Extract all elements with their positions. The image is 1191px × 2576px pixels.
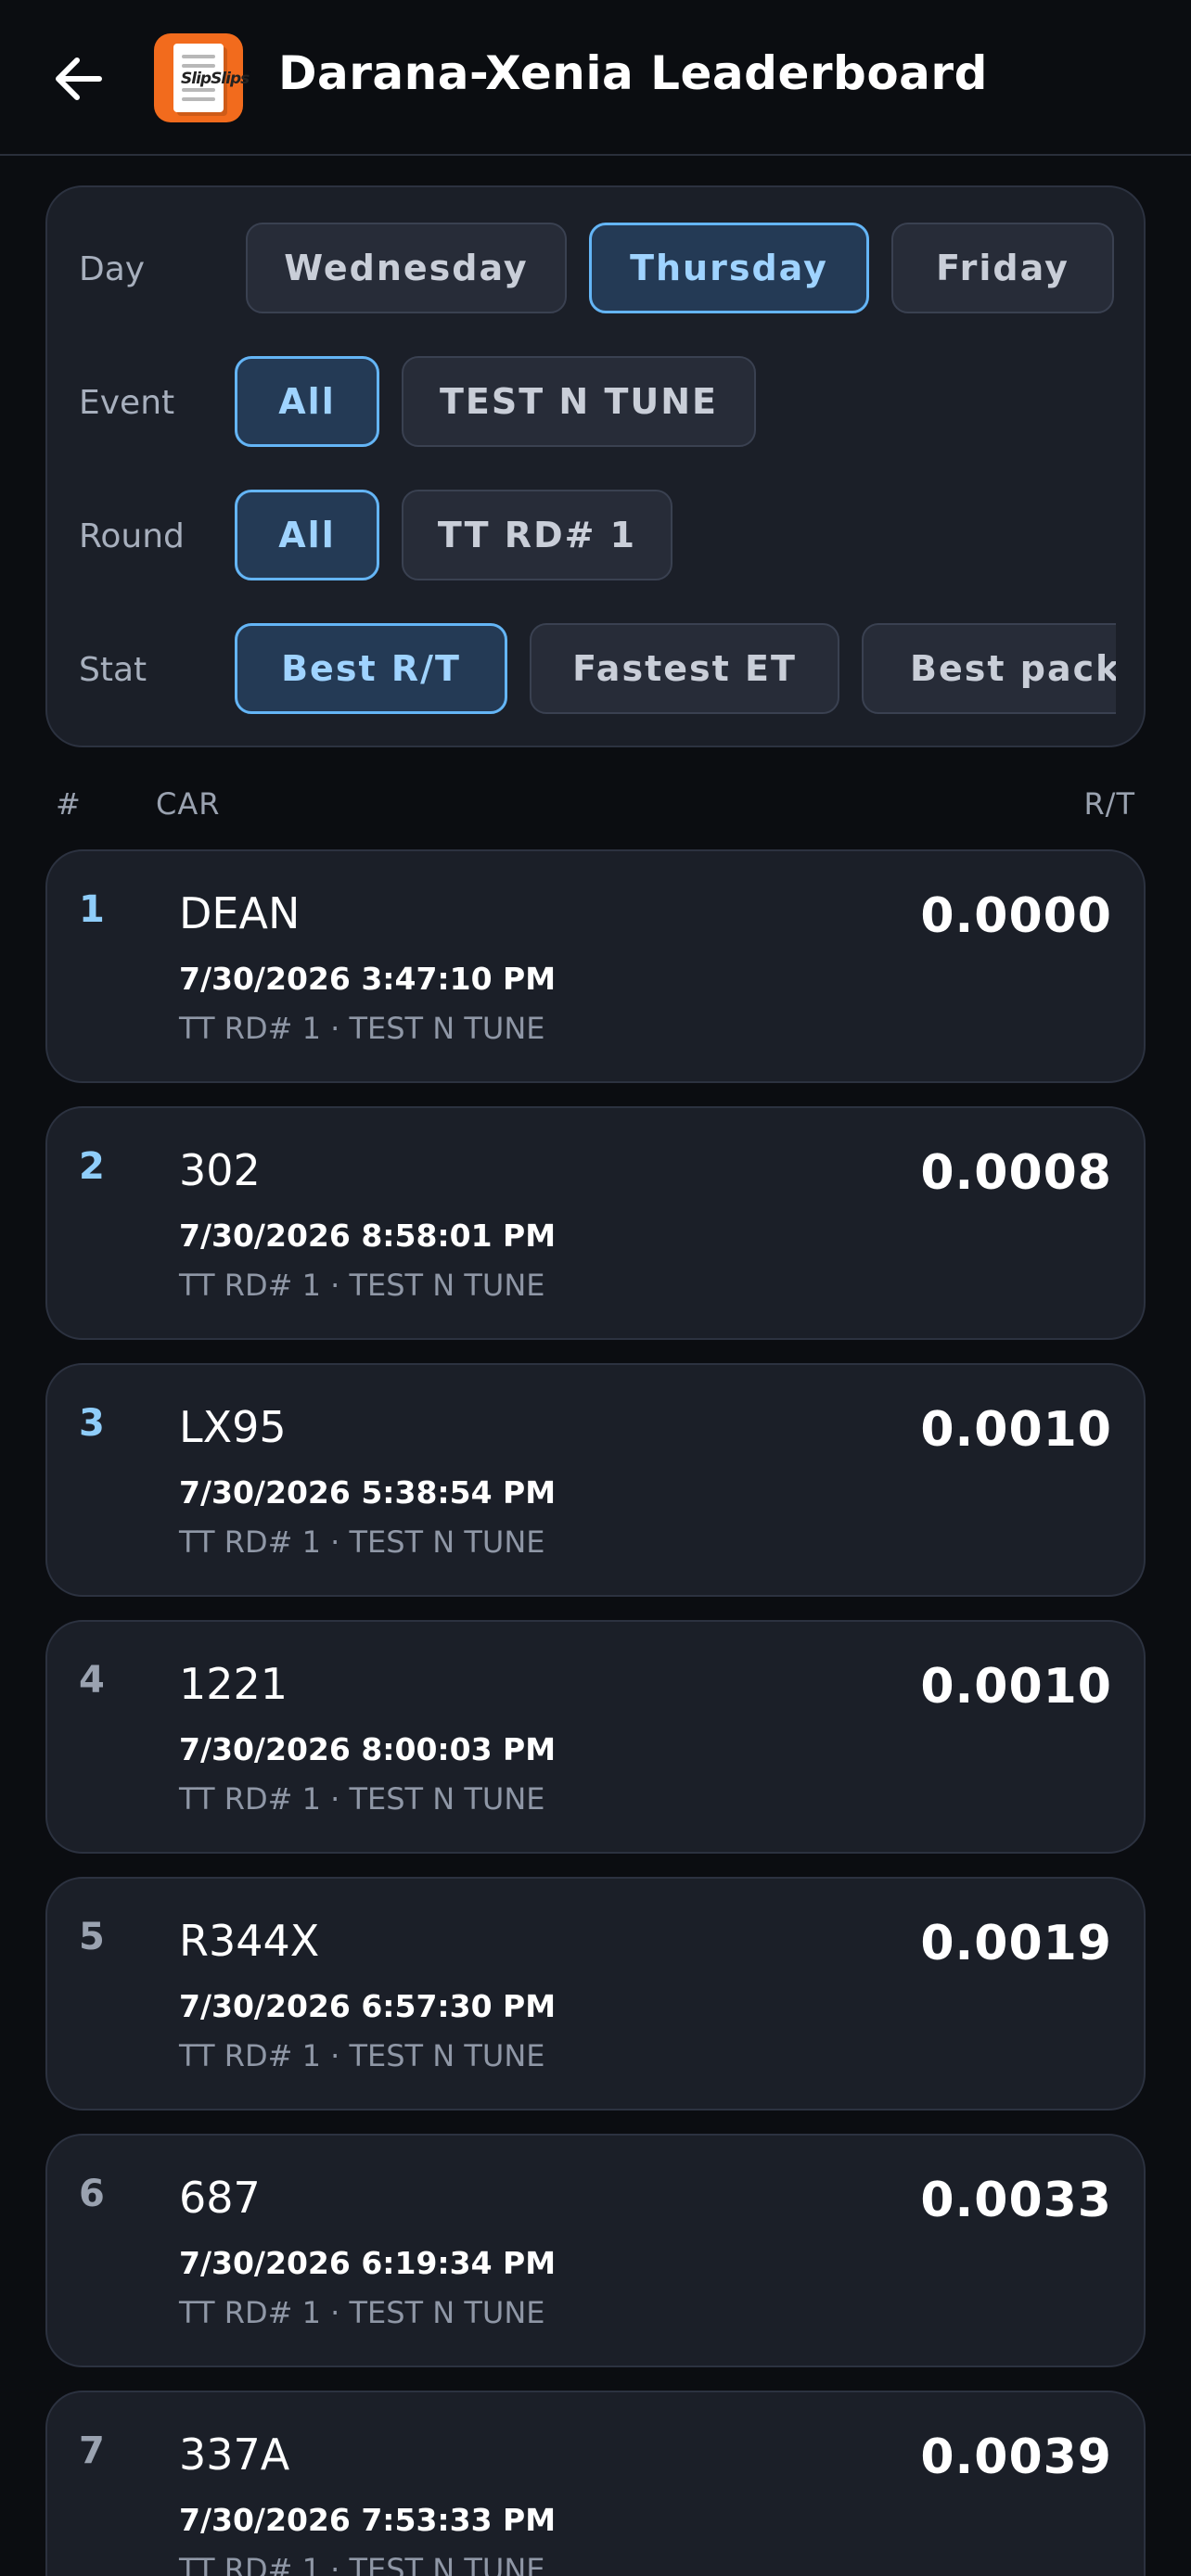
row-round-event: TT RD# 1 · TEST N TUNE	[179, 1781, 545, 1817]
row-value: 0.0039	[920, 2429, 1112, 2485]
row-car: LX95	[179, 1402, 287, 1452]
filter-panel: Day Wednesday Thursday Friday Event All …	[45, 185, 1146, 747]
page-title: Darana-Xenia Leaderboard	[278, 46, 988, 100]
row-rank: 4	[79, 1659, 105, 1702]
row-car: 302	[179, 1145, 261, 1195]
row-car: 1221	[179, 1659, 288, 1709]
filter-label-stat: Stat	[79, 651, 147, 689]
row-rank: 1	[79, 888, 105, 931]
chip-stat-best-rt[interactable]: Best R/T	[235, 623, 507, 714]
chip-event-all[interactable]: All	[235, 356, 379, 447]
chip-day-wednesday[interactable]: Wednesday	[246, 223, 567, 313]
chip-event-test-n-tune[interactable]: TEST N TUNE	[402, 356, 756, 447]
logo-text: SlipSlips	[181, 70, 250, 88]
row-round-event: TT RD# 1 · TEST N TUNE	[179, 2552, 545, 2576]
event-chips: All TEST N TUNE	[235, 356, 1116, 449]
chip-round-all[interactable]: All	[235, 490, 379, 580]
row-round-event: TT RD# 1 · TEST N TUNE	[179, 1268, 545, 1303]
leaderboard-screen: SlipSlips Darana-Xenia Leaderboard Day W…	[0, 0, 1191, 2576]
row-timestamp: 7/30/2026 3:47:10 PM	[179, 961, 557, 997]
row-car: 687	[179, 2173, 261, 2223]
chip-day-friday[interactable]: Friday	[891, 223, 1114, 313]
filter-label-round: Round	[79, 517, 185, 555]
day-chips: Wednesday Thursday Friday	[246, 223, 1116, 315]
row-round-event: TT RD# 1 · TEST N TUNE	[179, 1524, 545, 1560]
back-button[interactable]	[46, 46, 111, 111]
row-timestamp: 7/30/2026 5:38:54 PM	[179, 1474, 557, 1511]
leaderboard-row[interactable]: 1 DEAN 7/30/2026 3:47:10 PM TT RD# 1 · T…	[45, 849, 1146, 1083]
row-rank: 3	[79, 1402, 105, 1445]
row-timestamp: 7/30/2026 7:53:33 PM	[179, 2502, 557, 2538]
filter-row-event: Event All TEST N TUNE	[47, 356, 1144, 449]
row-value: 0.0019	[920, 1916, 1112, 1971]
row-car: DEAN	[179, 888, 301, 938]
row-car: R344X	[179, 1916, 320, 1966]
row-value: 0.0008	[920, 1145, 1112, 1201]
row-timestamp: 7/30/2026 6:57:30 PM	[179, 1988, 557, 2024]
app-logo: SlipSlips	[154, 33, 250, 122]
row-rank: 7	[79, 2429, 105, 2472]
row-round-event: TT RD# 1 · TEST N TUNE	[179, 2295, 545, 2330]
row-timestamp: 7/30/2026 8:58:01 PM	[179, 1218, 557, 1254]
row-rank: 6	[79, 2173, 105, 2215]
leaderboard-row[interactable]: 5 R344X 7/30/2026 6:57:30 PM TT RD# 1 · …	[45, 1877, 1146, 2111]
leaderboard-row[interactable]: 7 337A 7/30/2026 7:53:33 PM TT RD# 1 · T…	[45, 2391, 1146, 2576]
chip-day-thursday[interactable]: Thursday	[589, 223, 869, 313]
leaderboard-row[interactable]: 3 LX95 7/30/2026 5:38:54 PM TT RD# 1 · T…	[45, 1363, 1146, 1597]
app-header: SlipSlips Darana-Xenia Leaderboard	[0, 0, 1191, 156]
receipt-icon: SlipSlips	[173, 44, 250, 112]
row-value: 0.0010	[920, 1659, 1112, 1715]
round-chips: All TT RD# 1	[235, 490, 1116, 582]
chip-stat-fastest-et[interactable]: Fastest ET	[530, 623, 839, 714]
row-value: 0.0010	[920, 1402, 1112, 1458]
leaderboard-row[interactable]: 4 1221 7/30/2026 8:00:03 PM TT RD# 1 · T…	[45, 1620, 1146, 1854]
filter-row-stat: Stat Best R/T Fastest ET Best package	[47, 623, 1144, 716]
row-rank: 5	[79, 1916, 105, 1958]
row-value: 0.0033	[920, 2173, 1112, 2228]
chip-stat-best-package[interactable]: Best package	[862, 623, 1116, 714]
column-header-car: CAR	[156, 786, 221, 822]
row-car: 337A	[179, 2429, 290, 2480]
row-round-event: TT RD# 1 · TEST N TUNE	[179, 2038, 545, 2073]
chip-round-tt-rd-1[interactable]: TT RD# 1	[402, 490, 672, 580]
leaderboard-row[interactable]: 2 302 7/30/2026 8:58:01 PM TT RD# 1 · TE…	[45, 1106, 1146, 1340]
row-value: 0.0000	[920, 888, 1112, 944]
row-timestamp: 7/30/2026 8:00:03 PM	[179, 1731, 557, 1767]
column-header-value: R/T	[1083, 786, 1135, 822]
leaderboard-row[interactable]: 6 687 7/30/2026 6:19:34 PM TT RD# 1 · TE…	[45, 2134, 1146, 2367]
row-rank: 2	[79, 1145, 105, 1188]
column-header-rank: #	[56, 786, 82, 822]
arrow-left-icon	[56, 57, 102, 100]
filter-label-day: Day	[79, 250, 146, 288]
row-round-event: TT RD# 1 · TEST N TUNE	[179, 1011, 545, 1046]
stat-chips: Best R/T Fastest ET Best package	[235, 623, 1116, 716]
filter-row-round: Round All TT RD# 1	[47, 490, 1144, 582]
filter-label-event: Event	[79, 384, 175, 422]
filter-row-day: Day Wednesday Thursday Friday	[47, 223, 1144, 315]
row-timestamp: 7/30/2026 6:19:34 PM	[179, 2245, 557, 2281]
